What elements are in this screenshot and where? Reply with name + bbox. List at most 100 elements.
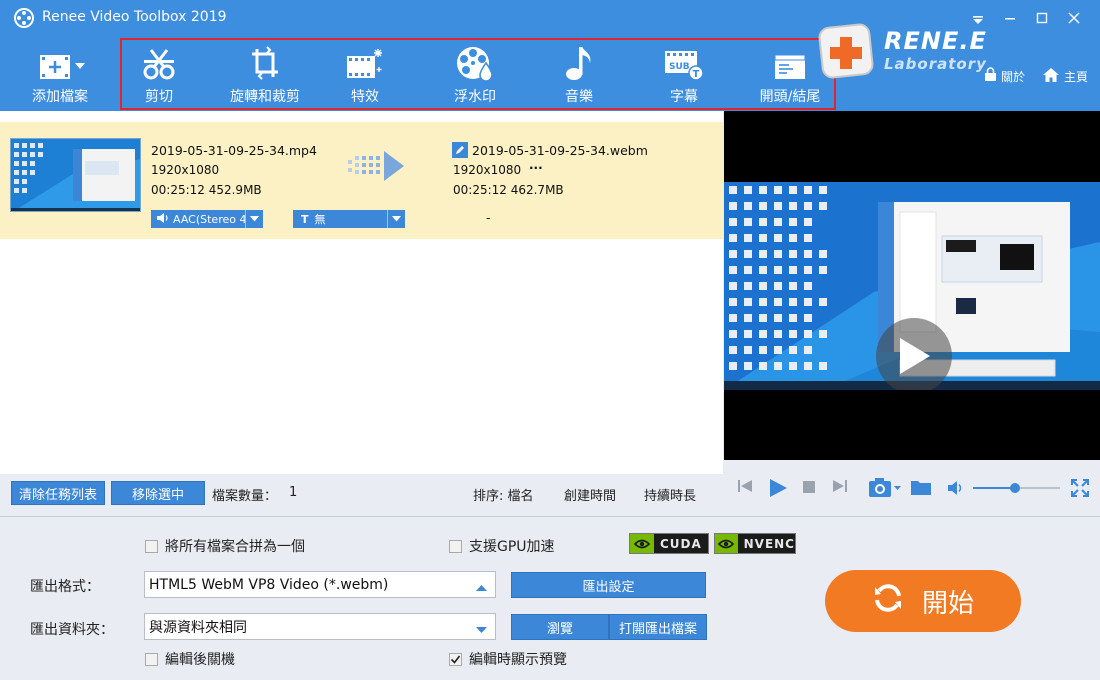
file-count-value: 1 — [289, 485, 298, 500]
refresh-icon — [872, 582, 904, 621]
stop-icon[interactable] — [802, 480, 816, 494]
play-icon[interactable] — [768, 478, 788, 498]
output-resolution: 1920x1080 — [453, 163, 522, 177]
edit-name-icon[interactable] — [452, 142, 468, 162]
checkbox-box — [145, 652, 158, 666]
svg-text:SUB: SUB — [669, 62, 690, 72]
start-label: 開始 — [921, 588, 974, 619]
source-resolution: 1920x1080 — [151, 163, 220, 177]
output-dash: - — [486, 211, 491, 225]
play-overlay-button[interactable] — [876, 318, 952, 390]
open-export-folder-button[interactable]: 打開匯出檔案 — [609, 614, 707, 640]
preview-panel — [724, 111, 1100, 460]
sort-by-duration[interactable]: 持續時長 — [644, 485, 696, 504]
merge-files-checkbox[interactable]: 將所有檔案合拼為一個 — [145, 536, 305, 556]
nvenc-badge: NVENC — [714, 533, 796, 554]
nvidia-eye-icon — [630, 534, 654, 553]
source-duration-size: 00:25:12 452.9MB — [151, 183, 262, 197]
export-folder-value: 與源資料夾相同 — [149, 619, 247, 636]
scissors-icon — [142, 44, 176, 81]
maximize-icon[interactable] — [1028, 4, 1056, 32]
remove-selected-button[interactable]: 移除選中 — [111, 481, 205, 505]
convert-arrow-icon — [346, 150, 406, 186]
home-link[interactable]: 主頁 — [1042, 67, 1088, 86]
open-folder-icon[interactable] — [910, 478, 932, 496]
sort-by-name[interactable]: 排序: 檔名 — [473, 485, 534, 504]
tool-watermark[interactable]: 浮水印 — [440, 44, 510, 106]
previous-frame-icon[interactable] — [737, 478, 753, 494]
brand-name: RENE.E — [884, 27, 987, 55]
tool-label: 旋轉和裁剪 — [230, 89, 300, 105]
gpu-accel-checkbox[interactable]: 支援GPU加速 — [449, 536, 555, 556]
nvenc-label: NVENC — [743, 536, 795, 551]
checkbox-box — [145, 539, 158, 553]
tool-cut[interactable]: 剪切 — [124, 44, 194, 106]
output-settings-more-button[interactable]: ··· — [529, 161, 543, 175]
audio-track-dropdown[interactable]: AAC(Stereo 4 — [151, 210, 263, 228]
add-file-button[interactable]: 添加檔案 — [18, 44, 102, 106]
chevron-up-icon — [476, 580, 487, 596]
export-format-select[interactable]: HTML5 WebM VP8 Video (*.webm) — [144, 571, 496, 598]
export-format-label: 匯出格式： — [30, 579, 100, 595]
tool-label: 浮水印 — [454, 89, 496, 105]
crop-rotate-icon — [248, 44, 282, 81]
about-link[interactable]: 關於 — [984, 67, 1025, 85]
add-video-icon — [32, 44, 88, 81]
tool-label: 開頭/結尾 — [759, 89, 821, 105]
app-logo-icon — [14, 8, 34, 28]
export-folder-select[interactable]: 與源資料夾相同 — [144, 613, 496, 640]
add-file-label: 添加檔案 — [32, 89, 88, 105]
chevron-down-icon — [245, 210, 263, 228]
file-row[interactable]: 2019-05-31-09-25-34.mp4 1920x1080 00:25:… — [0, 122, 723, 239]
player-controls — [724, 460, 1100, 516]
show-preview-checkbox[interactable]: 編輯時顯示預覽 — [449, 649, 567, 669]
show-preview-label: 編輯時顯示預覽 — [469, 652, 567, 668]
nvidia-eye-icon — [715, 534, 738, 553]
tool-subtitle[interactable]: SUB T 字幕 — [656, 44, 712, 106]
volume-slider[interactable] — [973, 480, 1060, 496]
audio-track-value: AAC(Stereo 4 — [173, 212, 247, 226]
merge-files-label: 將所有檔案合拼為一個 — [165, 539, 305, 555]
subtitle-value: 無 — [314, 213, 326, 226]
cuda-badge: CUDA — [629, 533, 709, 554]
file-list: 2019-05-31-09-25-34.mp4 1920x1080 00:25:… — [0, 111, 723, 474]
export-format-value: HTML5 WebM VP8 Video (*.webm) — [149, 576, 389, 593]
volume-icon[interactable] — [947, 480, 965, 496]
tool-label: 特效 — [351, 89, 379, 105]
clear-task-list-button[interactable]: 清除任務列表 — [11, 481, 105, 505]
tool-rotate-crop[interactable]: 旋轉和裁剪 — [222, 44, 308, 106]
cuda-label: CUDA — [660, 536, 702, 551]
tool-label: 剪切 — [145, 89, 173, 105]
source-file-name: 2019-05-31-09-25-34.mp4 — [151, 143, 317, 158]
tool-music[interactable]: 音樂 — [551, 44, 607, 106]
text-t-icon: T — [301, 212, 309, 226]
snapshot-camera-icon[interactable] — [868, 476, 902, 498]
speaker-icon — [156, 212, 169, 227]
shutdown-label: 編輯後關機 — [165, 652, 235, 668]
file-count-label: 檔案數量： — [212, 489, 278, 504]
preview-video[interactable] — [724, 182, 1100, 390]
brand-sub: Laboratory — [884, 55, 987, 73]
app-title: Renee Video Toolbox 2019 — [42, 9, 227, 25]
close-icon[interactable] — [1060, 4, 1088, 32]
checkmark-icon — [449, 652, 462, 666]
browse-button[interactable]: 瀏覽 — [511, 614, 609, 640]
fullscreen-icon[interactable] — [1070, 478, 1090, 498]
video-thumbnail[interactable] — [10, 138, 141, 212]
lock-icon — [984, 67, 997, 85]
tool-label: 字幕 — [670, 89, 698, 105]
intro-outro-icon — [773, 44, 807, 81]
chevron-down-icon — [387, 210, 405, 228]
next-frame-icon[interactable] — [832, 478, 848, 494]
sort-by-created[interactable]: 創建時間 — [564, 485, 616, 504]
chevron-down-icon — [476, 622, 487, 638]
tool-effects[interactable]: 特效 — [336, 44, 394, 106]
export-settings-button[interactable]: 匯出設定 — [511, 572, 706, 598]
minimize-icon[interactable] — [996, 4, 1024, 32]
shutdown-after-edit-checkbox[interactable]: 編輯後關機 — [145, 649, 235, 669]
subtitle-dropdown[interactable]: T 無 — [293, 210, 405, 228]
about-label: 關於 — [1001, 69, 1026, 84]
tool-label: 音樂 — [565, 89, 593, 105]
start-button[interactable]: 開始 — [825, 570, 1021, 632]
gpu-accel-label: 支援GPU加速 — [469, 539, 555, 555]
